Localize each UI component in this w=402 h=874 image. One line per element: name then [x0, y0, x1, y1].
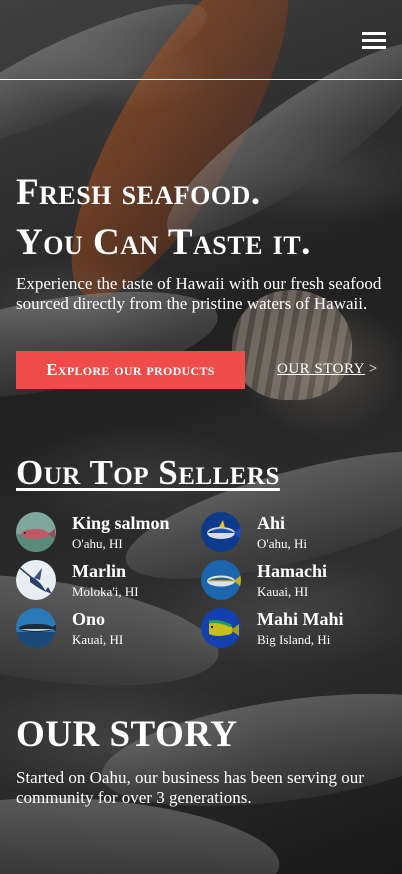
- hero-title-line2: You Can Taste it.: [16, 222, 311, 263]
- seller-name: Hamachi: [257, 561, 327, 581]
- seller-name: Ahi: [257, 513, 286, 533]
- mahi-mahi-icon: [201, 608, 241, 648]
- seller-item-ahi[interactable]: Ahi O'ahu, Hi: [201, 512, 376, 556]
- seller-location: O'ahu, HI: [72, 536, 123, 551]
- seller-item-marlin[interactable]: Marlin Moloka'i, HI: [16, 560, 191, 604]
- story-text: Started on Oahu, our business has been s…: [16, 768, 364, 807]
- our-story-link[interactable]: OUR STORY >: [277, 361, 377, 378]
- marlin-icon: [16, 560, 56, 600]
- seller-location: O'ahu, Hi: [257, 536, 308, 551]
- seller-name: Ono: [72, 609, 106, 629]
- hero-description: Experience the taste of Hawaii with our …: [16, 274, 382, 313]
- story-title: OUR STORY: [16, 714, 238, 755]
- seller-name: King salmon: [72, 513, 170, 533]
- seller-name: Mahi Mahi: [257, 609, 344, 629]
- ono-icon: [16, 608, 56, 648]
- header-divider: [0, 79, 402, 80]
- seller-item-ono[interactable]: Ono Kauai, HI: [16, 608, 191, 652]
- salmon-icon: [16, 512, 56, 552]
- seller-location: Kauai, HI: [257, 584, 309, 599]
- seller-item-mahi-mahi[interactable]: Mahi Mahi Big Island, Hi: [201, 608, 376, 652]
- hero-title: Fresh seafood. You Can Taste it.: [16, 168, 386, 268]
- seller-location: Kauai, HI: [72, 632, 124, 647]
- seller-location: Big Island, Hi: [257, 632, 331, 647]
- hero-title-line1: Fresh seafood.: [16, 172, 261, 213]
- top-sellers-title: Our Top Sellers: [16, 453, 280, 492]
- menu-icon[interactable]: [362, 32, 386, 50]
- seller-item-hamachi[interactable]: Hamachi Kauai, HI: [201, 560, 376, 604]
- chevron-right-icon: >: [368, 361, 378, 377]
- seller-item-king-salmon[interactable]: King salmon O'ahu, HI: [16, 512, 191, 556]
- explore-products-button[interactable]: Explore our products: [16, 351, 245, 389]
- hamachi-icon: [201, 560, 241, 600]
- tuna-icon: [201, 512, 241, 552]
- seller-location: Moloka'i, HI: [72, 584, 139, 599]
- our-story-link-label: OUR STORY: [277, 361, 365, 377]
- seller-name: Marlin: [72, 561, 126, 581]
